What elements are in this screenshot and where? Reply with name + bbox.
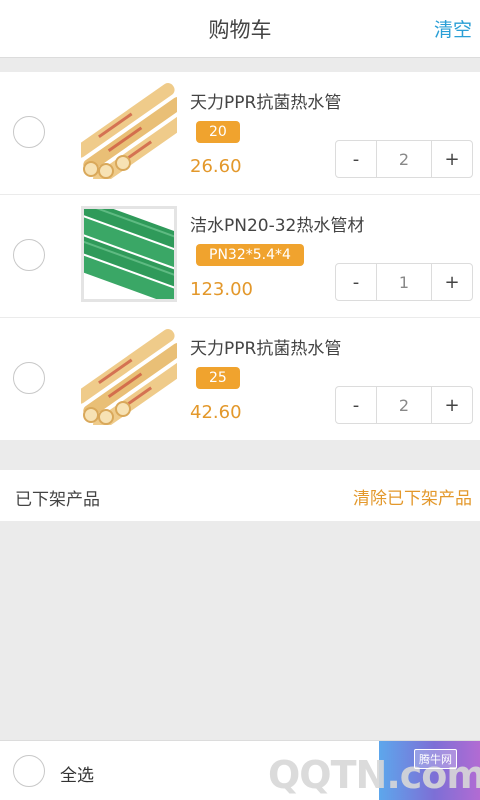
decrease-button[interactable]: - — [336, 264, 376, 300]
product-name[interactable]: 洁水PN20-32热水管材 — [190, 211, 364, 236]
item-select-radio[interactable] — [13, 362, 45, 394]
decrease-button[interactable]: - — [336, 387, 376, 423]
increase-button[interactable]: + — [432, 264, 472, 300]
page-title: 购物车 — [208, 18, 272, 42]
product-name[interactable]: 天力PPR抗菌热水管 — [190, 334, 341, 359]
clear-off-shelf-button[interactable]: 清除已下架产品 — [353, 484, 472, 509]
increase-button[interactable]: + — [432, 141, 472, 177]
product-image[interactable] — [81, 329, 177, 425]
spec-badge: 20 — [196, 121, 240, 143]
product-price: 42.60 — [190, 402, 242, 423]
product-name[interactable]: 天力PPR抗菌热水管 — [190, 88, 341, 113]
decrease-button[interactable]: - — [336, 141, 376, 177]
select-all-label[interactable]: 全选 — [60, 761, 94, 786]
quantity-value[interactable]: 2 — [376, 387, 432, 423]
item-select-radio[interactable] — [13, 239, 45, 271]
quantity-value[interactable]: 1 — [376, 264, 432, 300]
cart-item: 天力PPR抗菌热水管 20 26.60 - 2 + — [0, 72, 480, 194]
bottom-bar: 全选 QQTN.com 腾牛网 — [0, 740, 480, 800]
quantity-stepper: - 2 + — [335, 386, 473, 424]
cart-item: 天力PPR抗菌热水管 25 42.60 - 2 + — [0, 318, 480, 440]
increase-button[interactable]: + — [432, 387, 472, 423]
clear-cart-button[interactable]: 清空 — [434, 15, 472, 42]
product-price: 26.60 — [190, 156, 242, 177]
select-all-radio[interactable] — [13, 755, 45, 787]
product-image[interactable] — [81, 83, 177, 179]
quantity-stepper: - 1 + — [335, 263, 473, 301]
watermark-badge: 腾牛网 — [414, 749, 457, 769]
item-select-radio[interactable] — [13, 116, 45, 148]
cart-item: 洁水PN20-32热水管材 PN32*5.4*4 123.00 - 1 + — [0, 195, 480, 317]
product-price: 123.00 — [190, 279, 253, 300]
top-bar: 购物车 清空 — [0, 0, 480, 58]
quantity-value[interactable]: 2 — [376, 141, 432, 177]
product-image[interactable] — [81, 206, 177, 302]
quantity-stepper: - 2 + — [335, 140, 473, 178]
spec-badge: PN32*5.4*4 — [196, 244, 304, 266]
spec-badge: 25 — [196, 367, 240, 389]
off-shelf-section: 已下架产品 清除已下架产品 — [0, 470, 480, 521]
off-shelf-label: 已下架产品 — [15, 490, 100, 510]
